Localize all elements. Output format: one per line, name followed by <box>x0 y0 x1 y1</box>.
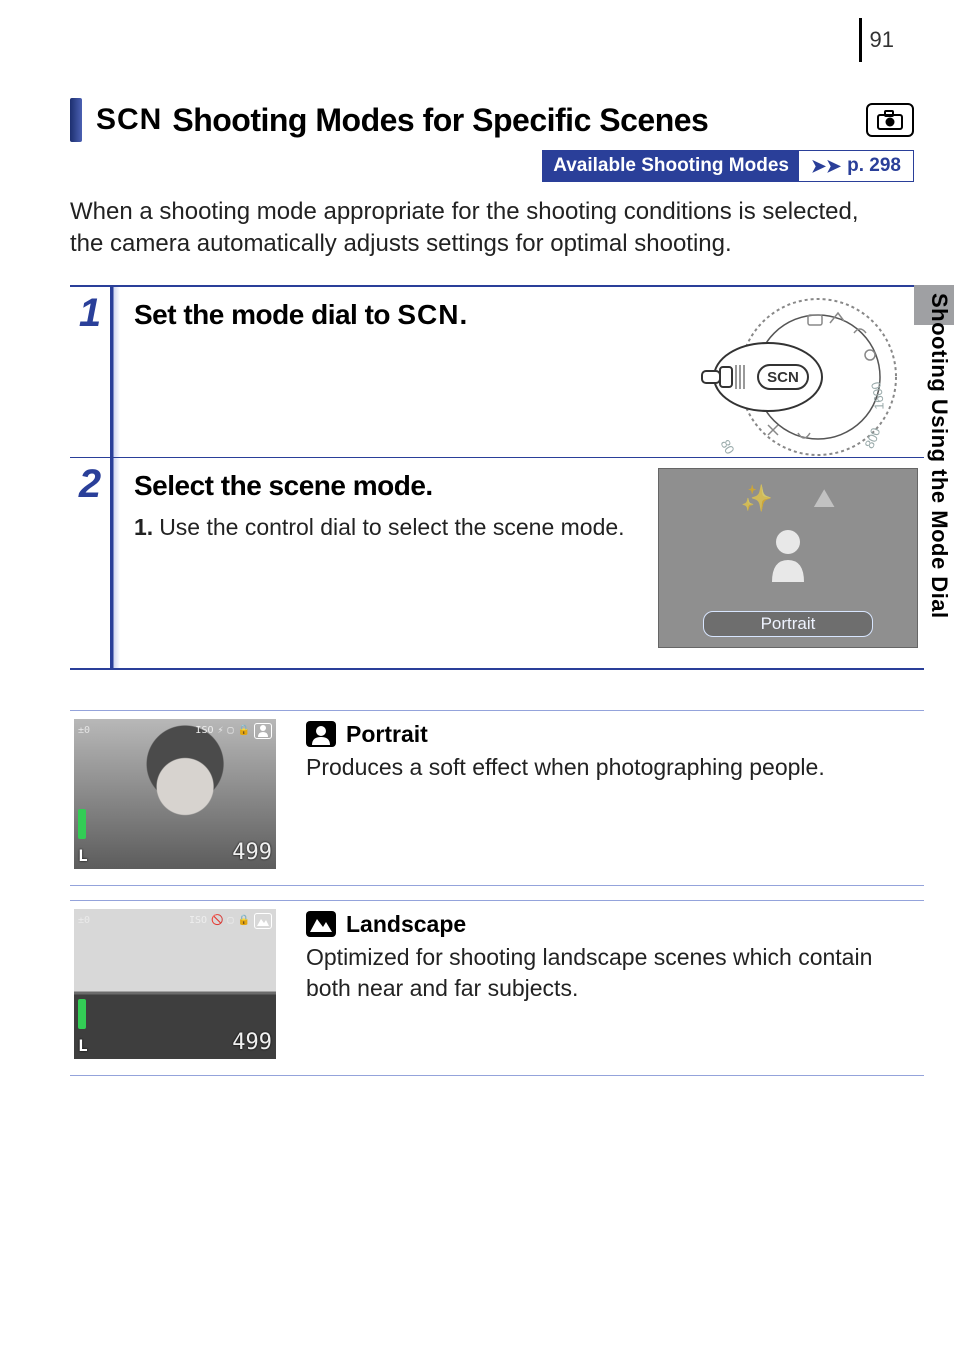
page-number-rule <box>859 18 862 62</box>
section-title: Shooting Modes for Specific Scenes <box>172 102 856 139</box>
thumb-iso: ISO <box>189 915 207 926</box>
substep-number: 1. <box>134 512 153 543</box>
sport-icon: ✨ <box>741 483 773 515</box>
camera-icon <box>866 103 914 137</box>
step-row: 1 Set the mode dial to SCN. <box>70 287 924 457</box>
step-number: 2 <box>79 464 101 504</box>
svg-text:80: 80 <box>718 437 738 457</box>
thumb-shot-count: 499 <box>232 840 272 865</box>
scn-glyph-inline: SCN <box>397 299 459 330</box>
mode-heading: Portrait <box>306 721 914 748</box>
step-row: 2 Select the scene mode. 1. Use the cont… <box>70 457 924 668</box>
landscape-icon: ⛰ <box>813 483 835 515</box>
step-title-prefix: Set the mode dial to <box>134 299 397 330</box>
landscape-icon <box>306 911 336 937</box>
scene-mode-row: ±0 ISO ⚡ ▢ 🔒 L 499 <box>70 710 924 886</box>
svg-text:800: 800 <box>861 426 883 451</box>
scene-modes-list: ±0 ISO ⚡ ▢ 🔒 L 499 <box>70 710 924 1076</box>
thumb-size-indicator: L <box>78 1036 88 1055</box>
available-modes-link[interactable]: ➤➤ p. 298 <box>799 151 913 181</box>
scn-glyph: SCN <box>96 103 162 137</box>
dial-center-label: SCN <box>767 369 799 386</box>
thumb-size-indicator: L <box>78 846 88 865</box>
portrait-icon <box>764 524 812 584</box>
page-number-wrap: 91 <box>859 18 894 62</box>
portrait-thumbnail: ±0 ISO ⚡ ▢ 🔒 L 499 <box>74 719 276 869</box>
page-number: 91 <box>870 27 894 53</box>
mode-dial-illustration: SCN 80 <box>658 297 918 462</box>
thumb-shot-count: 499 <box>232 1030 272 1055</box>
scene-selector-screen: ✨ ⛰ Portrait <box>658 468 918 648</box>
scene-mode-row: ±0 ISO 🚫 ▢ 🔒 L 499 <box>70 900 924 1076</box>
landscape-thumbnail: ±0 ISO 🚫 ▢ 🔒 L 499 <box>74 909 276 1059</box>
scene-label-pill: Portrait <box>703 611 873 637</box>
mode-description: Optimized for shooting landscape scenes … <box>306 942 914 1004</box>
portrait-icon <box>306 721 336 747</box>
scene-arc-icons: ✨ ⛰ <box>659 483 917 515</box>
intro-paragraph: When a shooting mode appropriate for the… <box>70 196 924 261</box>
chevron-right-icon: ➤➤ <box>811 156 841 177</box>
mode-name: Portrait <box>346 721 428 748</box>
step-number: 1 <box>79 293 101 333</box>
step-gradient-bar <box>110 287 120 457</box>
steps-table: 1 Set the mode dial to SCN. <box>70 285 924 670</box>
title-accent-bar <box>70 98 82 142</box>
thumb-exp: ±0 <box>78 725 90 736</box>
side-tab-label: Shooting Using the Mode Dial <box>926 293 952 619</box>
available-modes-page-ref: p. 298 <box>847 155 901 177</box>
step-title-suffix: . <box>459 299 466 330</box>
thumb-iso: ISO <box>195 725 213 736</box>
available-modes-label: Available Shooting Modes <box>543 151 799 181</box>
thumb-mode-icon <box>254 723 272 739</box>
available-modes-bar: Available Shooting Modes ➤➤ p. 298 <box>70 150 924 182</box>
substep-text: Use the control dial to select the scene… <box>159 512 624 543</box>
mode-name: Landscape <box>346 911 466 938</box>
thumb-mode-icon <box>254 913 272 929</box>
mode-heading: Landscape <box>306 911 914 938</box>
step-gradient-bar <box>110 458 120 668</box>
thumb-exp: ±0 <box>78 915 90 926</box>
section-title-row: SCN Shooting Modes for Specific Scenes <box>70 98 924 142</box>
mode-description: Produces a soft effect when photographin… <box>306 752 914 783</box>
